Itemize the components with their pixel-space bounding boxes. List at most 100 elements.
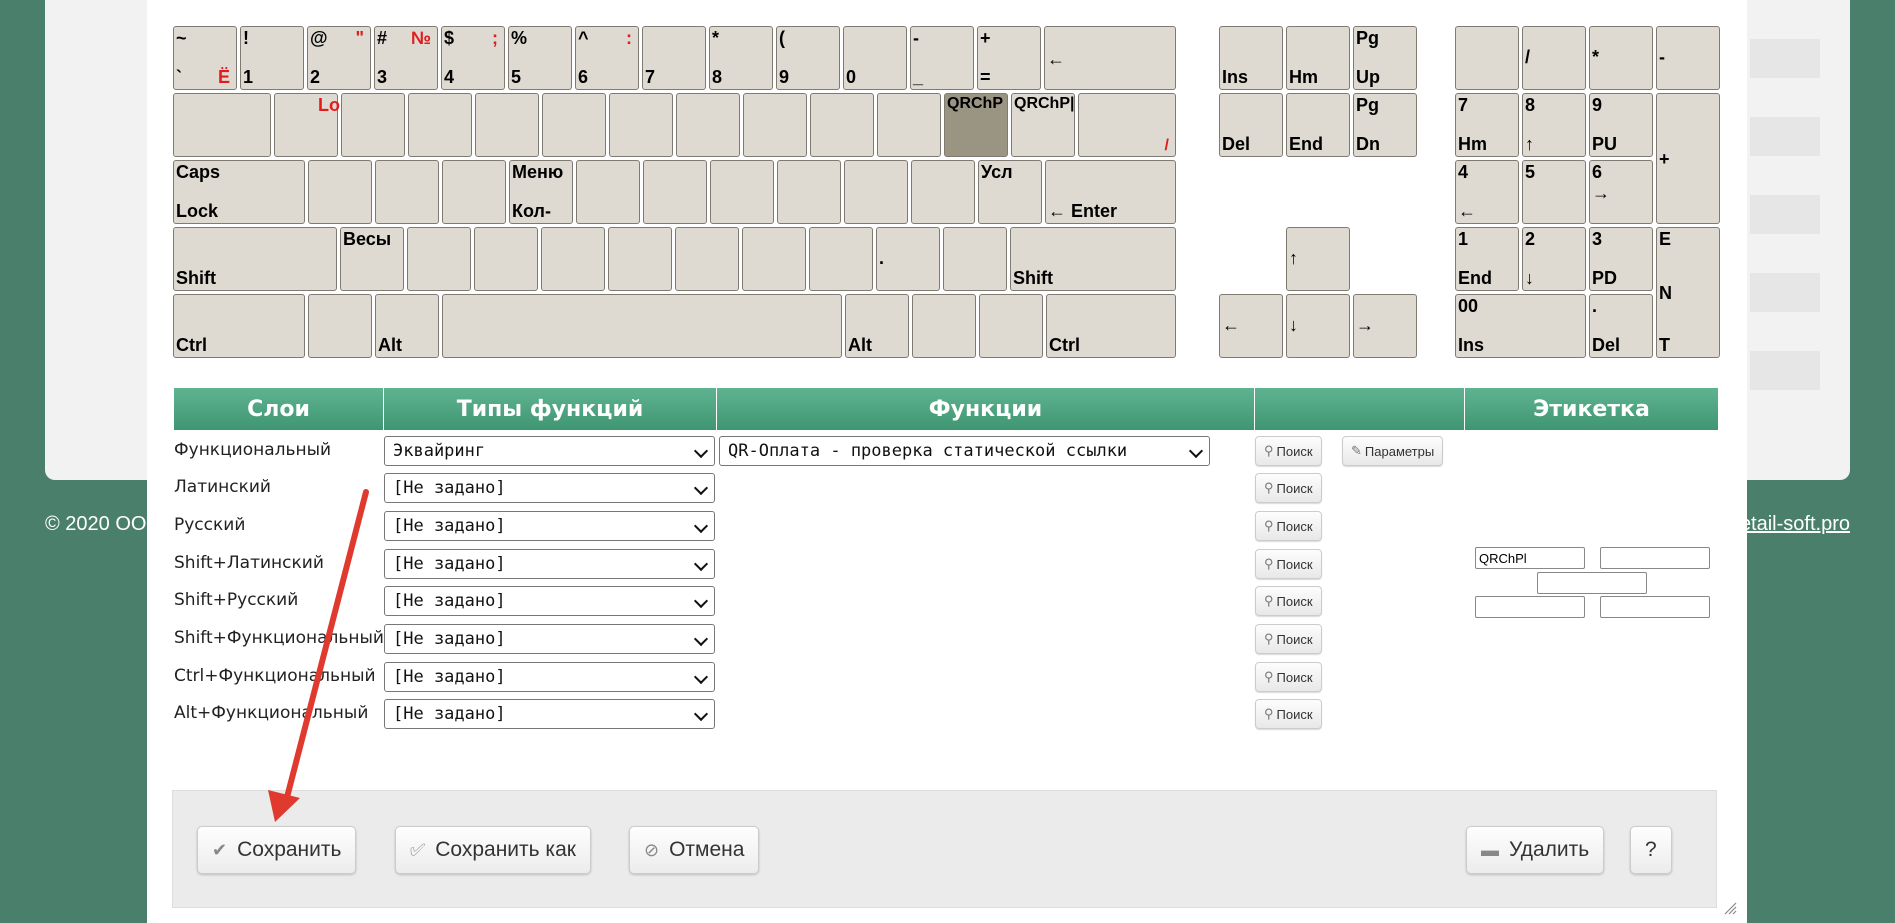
key-win-right[interactable]	[912, 294, 976, 358]
key-qrchp-2[interactable]: QRChP|	[1011, 93, 1075, 157]
label-line-1-left[interactable]	[1475, 547, 1585, 569]
key-np-plus[interactable]: +	[1656, 93, 1720, 224]
function-type-select[interactable]: [Не задано]	[384, 662, 715, 692]
key-0[interactable]: 0	[843, 26, 907, 90]
search-button[interactable]: ⚲ Поиск	[1255, 586, 1322, 616]
key-5[interactable]: % 5	[508, 26, 572, 90]
key-arrow-down[interactable]: ↓	[1286, 294, 1350, 358]
key-arrow-right[interactable]: →	[1353, 294, 1417, 358]
key-k[interactable]	[777, 160, 841, 224]
footer-link[interactable]: etail-soft.pro	[1740, 513, 1850, 536]
key-np-numlock[interactable]	[1455, 26, 1519, 90]
search-button[interactable]: ⚲ Поиск	[1255, 436, 1322, 466]
function-select[interactable]: QR-Оплата - проверка статической ссылки	[719, 436, 1210, 466]
key-np-7[interactable]: 7 Hm	[1455, 93, 1519, 157]
key-l[interactable]	[844, 160, 908, 224]
key-d[interactable]	[442, 160, 506, 224]
key-semicolon[interactable]	[911, 160, 975, 224]
key-np-0[interactable]: 00 Ins	[1455, 294, 1586, 358]
key-p[interactable]	[877, 93, 941, 157]
key-8[interactable]: * 8	[709, 26, 773, 90]
cancel-button[interactable]: ⊘ Отмена	[629, 826, 760, 874]
key-n[interactable]	[675, 227, 739, 291]
key-alt-right[interactable]: Alt	[845, 294, 909, 358]
search-button[interactable]: ⚲ Поиск	[1255, 662, 1322, 692]
key-j[interactable]	[710, 160, 774, 224]
key-v[interactable]	[541, 227, 605, 291]
key-np-2[interactable]: 2 ↓	[1522, 227, 1586, 291]
key-np-8[interactable]: 8 ↑	[1522, 93, 1586, 157]
key-s[interactable]	[375, 160, 439, 224]
key-np-5[interactable]: 5	[1522, 160, 1586, 224]
key-y[interactable]	[609, 93, 673, 157]
key-home[interactable]: Hm	[1286, 26, 1350, 90]
key-caps-lock[interactable]: Caps Lock	[173, 160, 305, 224]
key-dot[interactable]: .	[876, 227, 940, 291]
key-i[interactable]	[743, 93, 807, 157]
save-button[interactable]: ✔ Сохранить	[197, 826, 357, 874]
key-pgdn[interactable]: Pg Dn	[1353, 93, 1417, 157]
key-6[interactable]: ^:6	[575, 26, 639, 90]
key-h[interactable]	[643, 160, 707, 224]
label-line-2-center[interactable]	[1537, 572, 1647, 594]
key-t[interactable]	[542, 93, 606, 157]
delete-button[interactable]: ▬ Удалить	[1466, 826, 1605, 874]
key-minus[interactable]: - _	[910, 26, 974, 90]
key-np-1[interactable]: 1 End	[1455, 227, 1519, 291]
key-selected-qrchp[interactable]: QRChP	[944, 93, 1008, 157]
label-line-1-right[interactable]	[1600, 547, 1710, 569]
key-slash[interactable]	[943, 227, 1007, 291]
key-4[interactable]: $; 4	[441, 26, 505, 90]
key-menu-right[interactable]	[979, 294, 1043, 358]
key-x[interactable]	[407, 227, 471, 291]
key-3[interactable]: # № 3	[374, 26, 438, 90]
function-type-select[interactable]: [Не задано]	[384, 586, 715, 616]
key-c[interactable]	[474, 227, 538, 291]
key-usl[interactable]: Усл	[978, 160, 1042, 224]
key-u[interactable]	[676, 93, 740, 157]
key-alt-left[interactable]: Alt	[375, 294, 439, 358]
key-np-9[interactable]: 9 PU	[1589, 93, 1653, 157]
function-type-select[interactable]: [Не задано]	[384, 549, 715, 579]
search-button[interactable]: ⚲ Поиск	[1255, 511, 1322, 541]
function-type-select[interactable]: [Не задано]	[384, 624, 715, 654]
key-np-star[interactable]: *	[1589, 26, 1653, 90]
label-line-3-left[interactable]	[1475, 596, 1585, 618]
key-o[interactable]	[810, 93, 874, 157]
key-np-minus[interactable]: -	[1656, 26, 1720, 90]
search-button[interactable]: ⚲ Поиск	[1255, 549, 1322, 579]
key-9[interactable]: (9	[776, 26, 840, 90]
key-np-6[interactable]: 6 →	[1589, 160, 1653, 224]
key-comma[interactable]	[809, 227, 873, 291]
params-button[interactable]: ✎ Параметры	[1342, 436, 1444, 466]
key-ins[interactable]: Ins	[1219, 26, 1283, 90]
label-line-3-right[interactable]	[1600, 596, 1710, 618]
search-button[interactable]: ⚲ Поиск	[1255, 699, 1322, 729]
key-tab[interactable]	[173, 93, 271, 157]
save-as-button[interactable]: ✅︎ Сохранить как	[395, 826, 591, 874]
key-shift-right[interactable]: Shift	[1010, 227, 1176, 291]
search-button[interactable]: ⚲ Поиск	[1255, 624, 1322, 654]
key-2[interactable]: @ " 2	[307, 26, 371, 90]
key-arrow-up[interactable]: ↑	[1286, 227, 1350, 291]
key-np-slash[interactable]: /	[1522, 26, 1586, 90]
key-win[interactable]	[308, 294, 372, 358]
key-a[interactable]	[308, 160, 372, 224]
key-np-3[interactable]: 3 PD	[1589, 227, 1653, 291]
search-button[interactable]: ⚲ Поиск	[1255, 473, 1322, 503]
key-g[interactable]	[576, 160, 640, 224]
key-arrow-left[interactable]: ←	[1219, 294, 1283, 358]
key-q[interactable]: Lo	[274, 93, 340, 157]
function-type-select[interactable]: [Не задано]	[384, 511, 715, 541]
key-b[interactable]	[608, 227, 672, 291]
key-plus[interactable]: + =	[977, 26, 1041, 90]
key-ctrl-left[interactable]: Ctrl	[173, 294, 305, 358]
key-backslash[interactable]: /	[1078, 93, 1176, 157]
function-type-select[interactable]: Эквайринг	[384, 436, 715, 466]
key-w[interactable]	[341, 93, 405, 157]
key-tilde[interactable]: ~ ` Ё	[173, 26, 237, 90]
resize-grip-icon[interactable]	[1723, 901, 1737, 915]
help-button[interactable]: ?	[1630, 826, 1672, 874]
key-end[interactable]: End	[1286, 93, 1350, 157]
key-ctrl-right[interactable]: Ctrl	[1046, 294, 1176, 358]
